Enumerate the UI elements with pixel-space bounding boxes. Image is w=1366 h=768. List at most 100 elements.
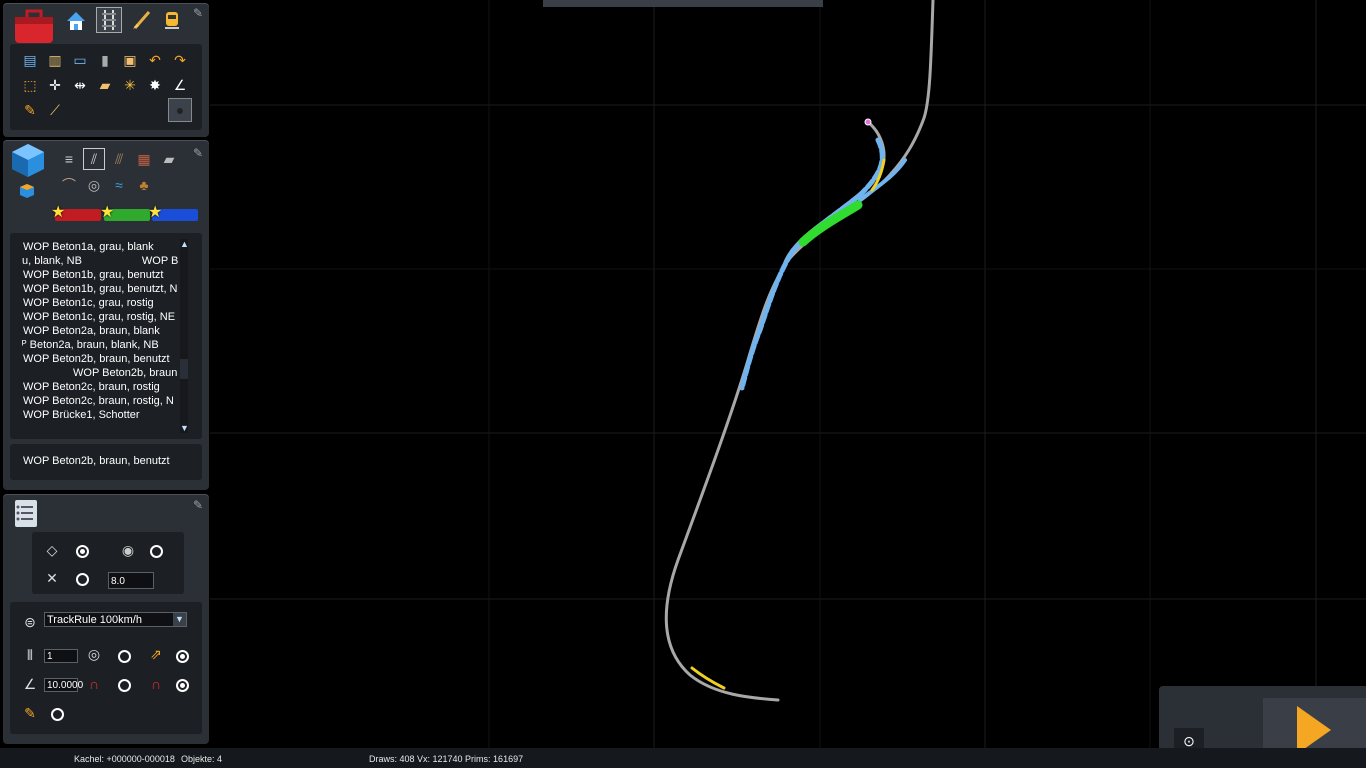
- list-item[interactable]: WOP Beton2c, braun, rostig, N: [23, 394, 185, 408]
- gradient-angle-icon: ∠: [23, 676, 37, 692]
- platform-icon[interactable]: ▰: [158, 149, 180, 169]
- spline-flat-radio[interactable]: [76, 545, 89, 558]
- chevron-down-icon[interactable]: ▼: [173, 613, 186, 626]
- track-rule-value: TrackRule 100km/h: [47, 614, 142, 626]
- small-cube-icon[interactable]: [18, 182, 36, 200]
- sphere-icon[interactable]: ●: [168, 98, 192, 122]
- compass-icon[interactable]: ✸: [145, 75, 165, 95]
- cube-icon[interactable]: [9, 142, 47, 178]
- redo-icon[interactable]: ↷: [170, 50, 190, 70]
- list-item-label: WOP Beton1c, grau, rostig: [23, 297, 154, 309]
- list-item[interactable]: WOP Beton1b, grau, benutzt: [23, 268, 185, 282]
- list-item-label: WOP Beton1b, grau, benutzt, N: [23, 283, 178, 295]
- list-item[interactable]: u, blank, NB WOP B: [22, 254, 185, 268]
- list-item-label: WOP Beton2b, braun, benutzt: [23, 353, 170, 365]
- train-driver-icon[interactable]: [161, 9, 183, 31]
- list-item[interactable]: WOP Beton2b, braun: [23, 366, 185, 380]
- list-item-label: WOP Beton1a, grau, blank: [23, 241, 154, 253]
- list-item[interactable]: WOP Beton1c, grau, rostig: [23, 296, 185, 310]
- tunnel-icon[interactable]: ◎: [83, 175, 105, 195]
- fence-icon[interactable]: ⫻: [108, 149, 130, 169]
- render-stats: Draws: 408 Vx: 121740 Prims: 161697: [369, 754, 524, 764]
- grade-arrow-radio[interactable]: [176, 650, 189, 663]
- properties-icon[interactable]: [7, 496, 43, 530]
- ground-grid: [210, 0, 1366, 748]
- track-rule-select[interactable]: TrackRule 100km/h ▼: [44, 612, 187, 627]
- list-item[interactable]: WOP Beton2c, braun, rostig: [23, 380, 185, 394]
- list-scrollbar[interactable]: ▲ ▼: [180, 239, 189, 433]
- undo-icon[interactable]: ↶: [145, 50, 165, 70]
- scroll-down-icon[interactable]: ▼: [180, 423, 189, 433]
- spline-height-icon: ✕: [46, 570, 58, 586]
- trash-icon[interactable]: ▮: [95, 50, 115, 70]
- list-item[interactable]: WOP Beton1b, grau, benutzt, N: [23, 282, 185, 296]
- screen-icon[interactable]: ▭: [70, 50, 90, 70]
- list-item-label: WOP Beton2a, braun, blank: [23, 325, 160, 337]
- track-mode-icon[interactable]: [96, 7, 122, 33]
- favorite-green[interactable]: ★: [100, 205, 150, 221]
- move-icon[interactable]: ✛: [45, 75, 65, 95]
- gradient-input[interactable]: 10.0000: [44, 678, 83, 692]
- magnet-snap-icon: ∩: [150, 676, 162, 692]
- list-item-label: WOP Beton2c, braun, rostig, N: [23, 395, 174, 407]
- status-bar: Kachel: +000000-000018 Objekte: 4 Draws:…: [0, 748, 1366, 768]
- ground-grid-dim: [210, 0, 1366, 748]
- sun-icon[interactable]: ✳: [120, 75, 140, 95]
- select-icon[interactable]: ⬚: [20, 75, 40, 95]
- home-icon[interactable]: [65, 10, 87, 32]
- favorite-red[interactable]: ★: [51, 205, 101, 221]
- copy-icon[interactable]: ▤: [20, 50, 40, 70]
- magnet-snap-radio[interactable]: [176, 679, 189, 692]
- scroll-thumb[interactable]: [180, 359, 188, 379]
- pin-icon[interactable]: ✎: [191, 146, 205, 160]
- pen-icon: ✎: [24, 705, 36, 721]
- scroll-up-icon[interactable]: ▲: [180, 239, 189, 249]
- selected-asset-label: WOP Beton2b, braun, benutzt: [23, 455, 170, 467]
- spline-flat-icon: ◇: [46, 542, 58, 558]
- list-item-overflow: WOP B: [141, 255, 179, 267]
- circle-gear-icon: ◉: [121, 542, 135, 558]
- pencil-icon[interactable]: ✎: [20, 100, 40, 120]
- track-icon[interactable]: ≡: [58, 149, 80, 169]
- list-item[interactable]: WOP Brücke1, Schotter: [23, 408, 185, 422]
- split-icon[interactable]: ⇹: [70, 75, 90, 95]
- play-icon[interactable]: [1297, 706, 1331, 754]
- circle-gear-radio[interactable]: [150, 545, 163, 558]
- list-item-label: ᴾ Beton2a, braun, blank, NB: [22, 339, 159, 351]
- list-item[interactable]: WOP Beton1a, grau, blank: [23, 240, 185, 254]
- pin-icon[interactable]: ✎: [191, 6, 205, 20]
- paint-brush-icon[interactable]: [131, 9, 153, 31]
- water-icon[interactable]: ≈: [108, 175, 130, 195]
- clone-icon[interactable]: ▣: [120, 50, 140, 70]
- ruler-icon[interactable]: ▰: [95, 75, 115, 95]
- bridge-icon[interactable]: ⌒: [58, 175, 80, 195]
- pin-icon[interactable]: ✎: [191, 498, 205, 512]
- angle-icon[interactable]: ∠: [170, 75, 190, 95]
- magnet-radio[interactable]: [118, 679, 131, 692]
- spiral-radio[interactable]: [118, 650, 131, 663]
- list-item[interactable]: WOP Beton2b, braun, benutzt: [23, 352, 185, 366]
- rock-icon[interactable]: ♣: [133, 175, 155, 195]
- list-item-label: WOP Brücke1, Schotter: [23, 409, 140, 421]
- spiral-icon: ◎: [87, 646, 101, 662]
- asset-panel: ✎ ≡ ⫽ ⫻ ▦ ▰ ⌒ ◎ ≈ ♣ ★ ★ ★ WOP Beton1a, g…: [3, 140, 209, 490]
- list-item[interactable]: WOP Beton2a, braun, blank: [23, 324, 185, 338]
- list-item[interactable]: WOP Beton1c, grau, rostig, NE: [23, 310, 185, 324]
- list-item-label: WOP Beton2b, braun: [73, 367, 178, 379]
- list-item-label: WOP Beton1b, grau, benutzt: [23, 269, 164, 281]
- track-count-icon: ⦀: [26, 647, 34, 663]
- tile-status: Kachel: +000000-000018: [74, 754, 175, 764]
- track-rule-icon: ⊜: [24, 614, 36, 630]
- rail-icon[interactable]: ⫽: [83, 148, 105, 170]
- asset-list: WOP Beton1a, grau, blank u, blank, NB WOP …: [10, 233, 202, 439]
- measure-icon[interactable]: ⟋: [45, 100, 65, 120]
- paste-icon[interactable]: ▥: [45, 50, 65, 70]
- toolbox-icon[interactable]: [11, 5, 57, 45]
- height-input[interactable]: 8.0: [108, 572, 154, 589]
- spline-height-radio[interactable]: [76, 573, 89, 586]
- pen-radio[interactable]: [51, 708, 64, 721]
- brick-icon[interactable]: ▦: [133, 149, 155, 169]
- track-count-input[interactable]: 1: [44, 649, 78, 663]
- list-item[interactable]: ᴾ Beton2a, braun, blank, NB: [22, 338, 185, 352]
- favorite-blue[interactable]: ★: [148, 205, 198, 221]
